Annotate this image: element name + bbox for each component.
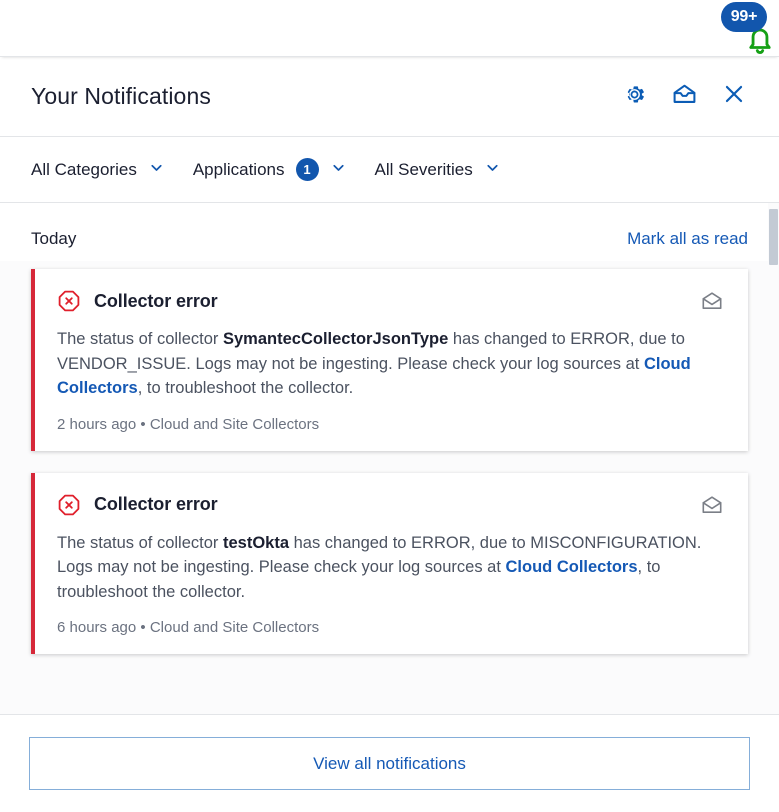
body-text-post: , to troubleshoot the collector. (137, 379, 354, 397)
filter-applications[interactable]: Applications 1 (193, 158, 347, 181)
header-actions (620, 83, 748, 111)
collector-name: testOkta (223, 533, 290, 552)
mark-all-as-read-link[interactable]: Mark all as read (627, 229, 748, 249)
filter-bar: All Categories Applications 1 All Severi… (0, 137, 779, 203)
chevron-down-icon (330, 159, 347, 181)
collector-name: SymantecCollectorJsonType (223, 330, 449, 348)
open-envelope-icon[interactable] (700, 493, 724, 517)
filter-all-categories[interactable]: All Categories (31, 159, 165, 181)
close-button[interactable] (720, 83, 748, 111)
filter-count-badge: 1 (295, 158, 319, 181)
chevron-down-icon (484, 159, 501, 181)
notification-title: Collector error (94, 494, 218, 514)
page-title: Your Notifications (31, 83, 211, 109)
section-header-today: Today Mark all as read (0, 203, 779, 261)
body-text-pre: The status of collector (57, 533, 223, 552)
notification-body: The status of collector testOkta has cha… (57, 531, 724, 605)
error-octagon-icon (57, 289, 81, 313)
view-all-notifications-button[interactable]: View all notifications (29, 737, 750, 790)
notifications-scroll-area: Today Mark all as read Collector error T… (0, 203, 779, 715)
inbox-tray-icon (671, 81, 698, 113)
meta-separator: • (140, 619, 146, 636)
notification-meta: 2 hours ago • Cloud and Site Collectors (57, 416, 724, 433)
notification-card[interactable]: Collector error The status of collector … (31, 472, 748, 654)
notification-source: Cloud and Site Collectors (149, 619, 320, 636)
notification-card-header: Collector error (57, 289, 724, 313)
meta-separator: • (140, 415, 146, 433)
notification-bell-button[interactable]: 99+ (721, 2, 777, 56)
notification-title: Collector error (94, 290, 218, 311)
body-text-pre: The status of collector (57, 330, 223, 348)
notification-meta: 6 hours ago • Cloud and Site Collectors (57, 619, 724, 636)
panel-header: Your Notifications (0, 57, 779, 137)
filter-label: Applications (192, 159, 285, 179)
section-title: Today (31, 229, 77, 248)
close-icon (721, 81, 747, 112)
notification-list: Collector error The status of collector … (0, 261, 779, 654)
notification-count-badge: 99+ (721, 2, 767, 32)
notification-time: 2 hours ago (57, 415, 137, 433)
gear-icon (622, 82, 647, 112)
notification-source: Cloud and Site Collectors (149, 415, 320, 433)
settings-button[interactable] (620, 83, 648, 111)
panel-footer: View all notifications (0, 714, 779, 812)
open-envelope-icon[interactable] (700, 289, 724, 313)
filter-label: All Severities (374, 159, 473, 179)
scrollbar-thumb[interactable] (769, 209, 778, 265)
error-octagon-icon (57, 493, 81, 517)
scrollbar-track[interactable] (768, 203, 779, 715)
filter-all-severities[interactable]: All Severities (375, 159, 501, 181)
notification-card-header: Collector error (57, 493, 724, 517)
notification-card[interactable]: Collector error The status of collector … (31, 269, 748, 451)
notification-time: 6 hours ago (57, 619, 137, 636)
chevron-down-icon (148, 159, 165, 181)
archive-button[interactable] (670, 83, 698, 111)
filter-label: All Categories (31, 159, 137, 179)
notification-body: The status of collector SymantecCollecto… (57, 327, 724, 401)
notification-bell-strip: 99+ (0, 0, 779, 57)
cloud-collectors-link[interactable]: Cloud Collectors (506, 558, 638, 576)
